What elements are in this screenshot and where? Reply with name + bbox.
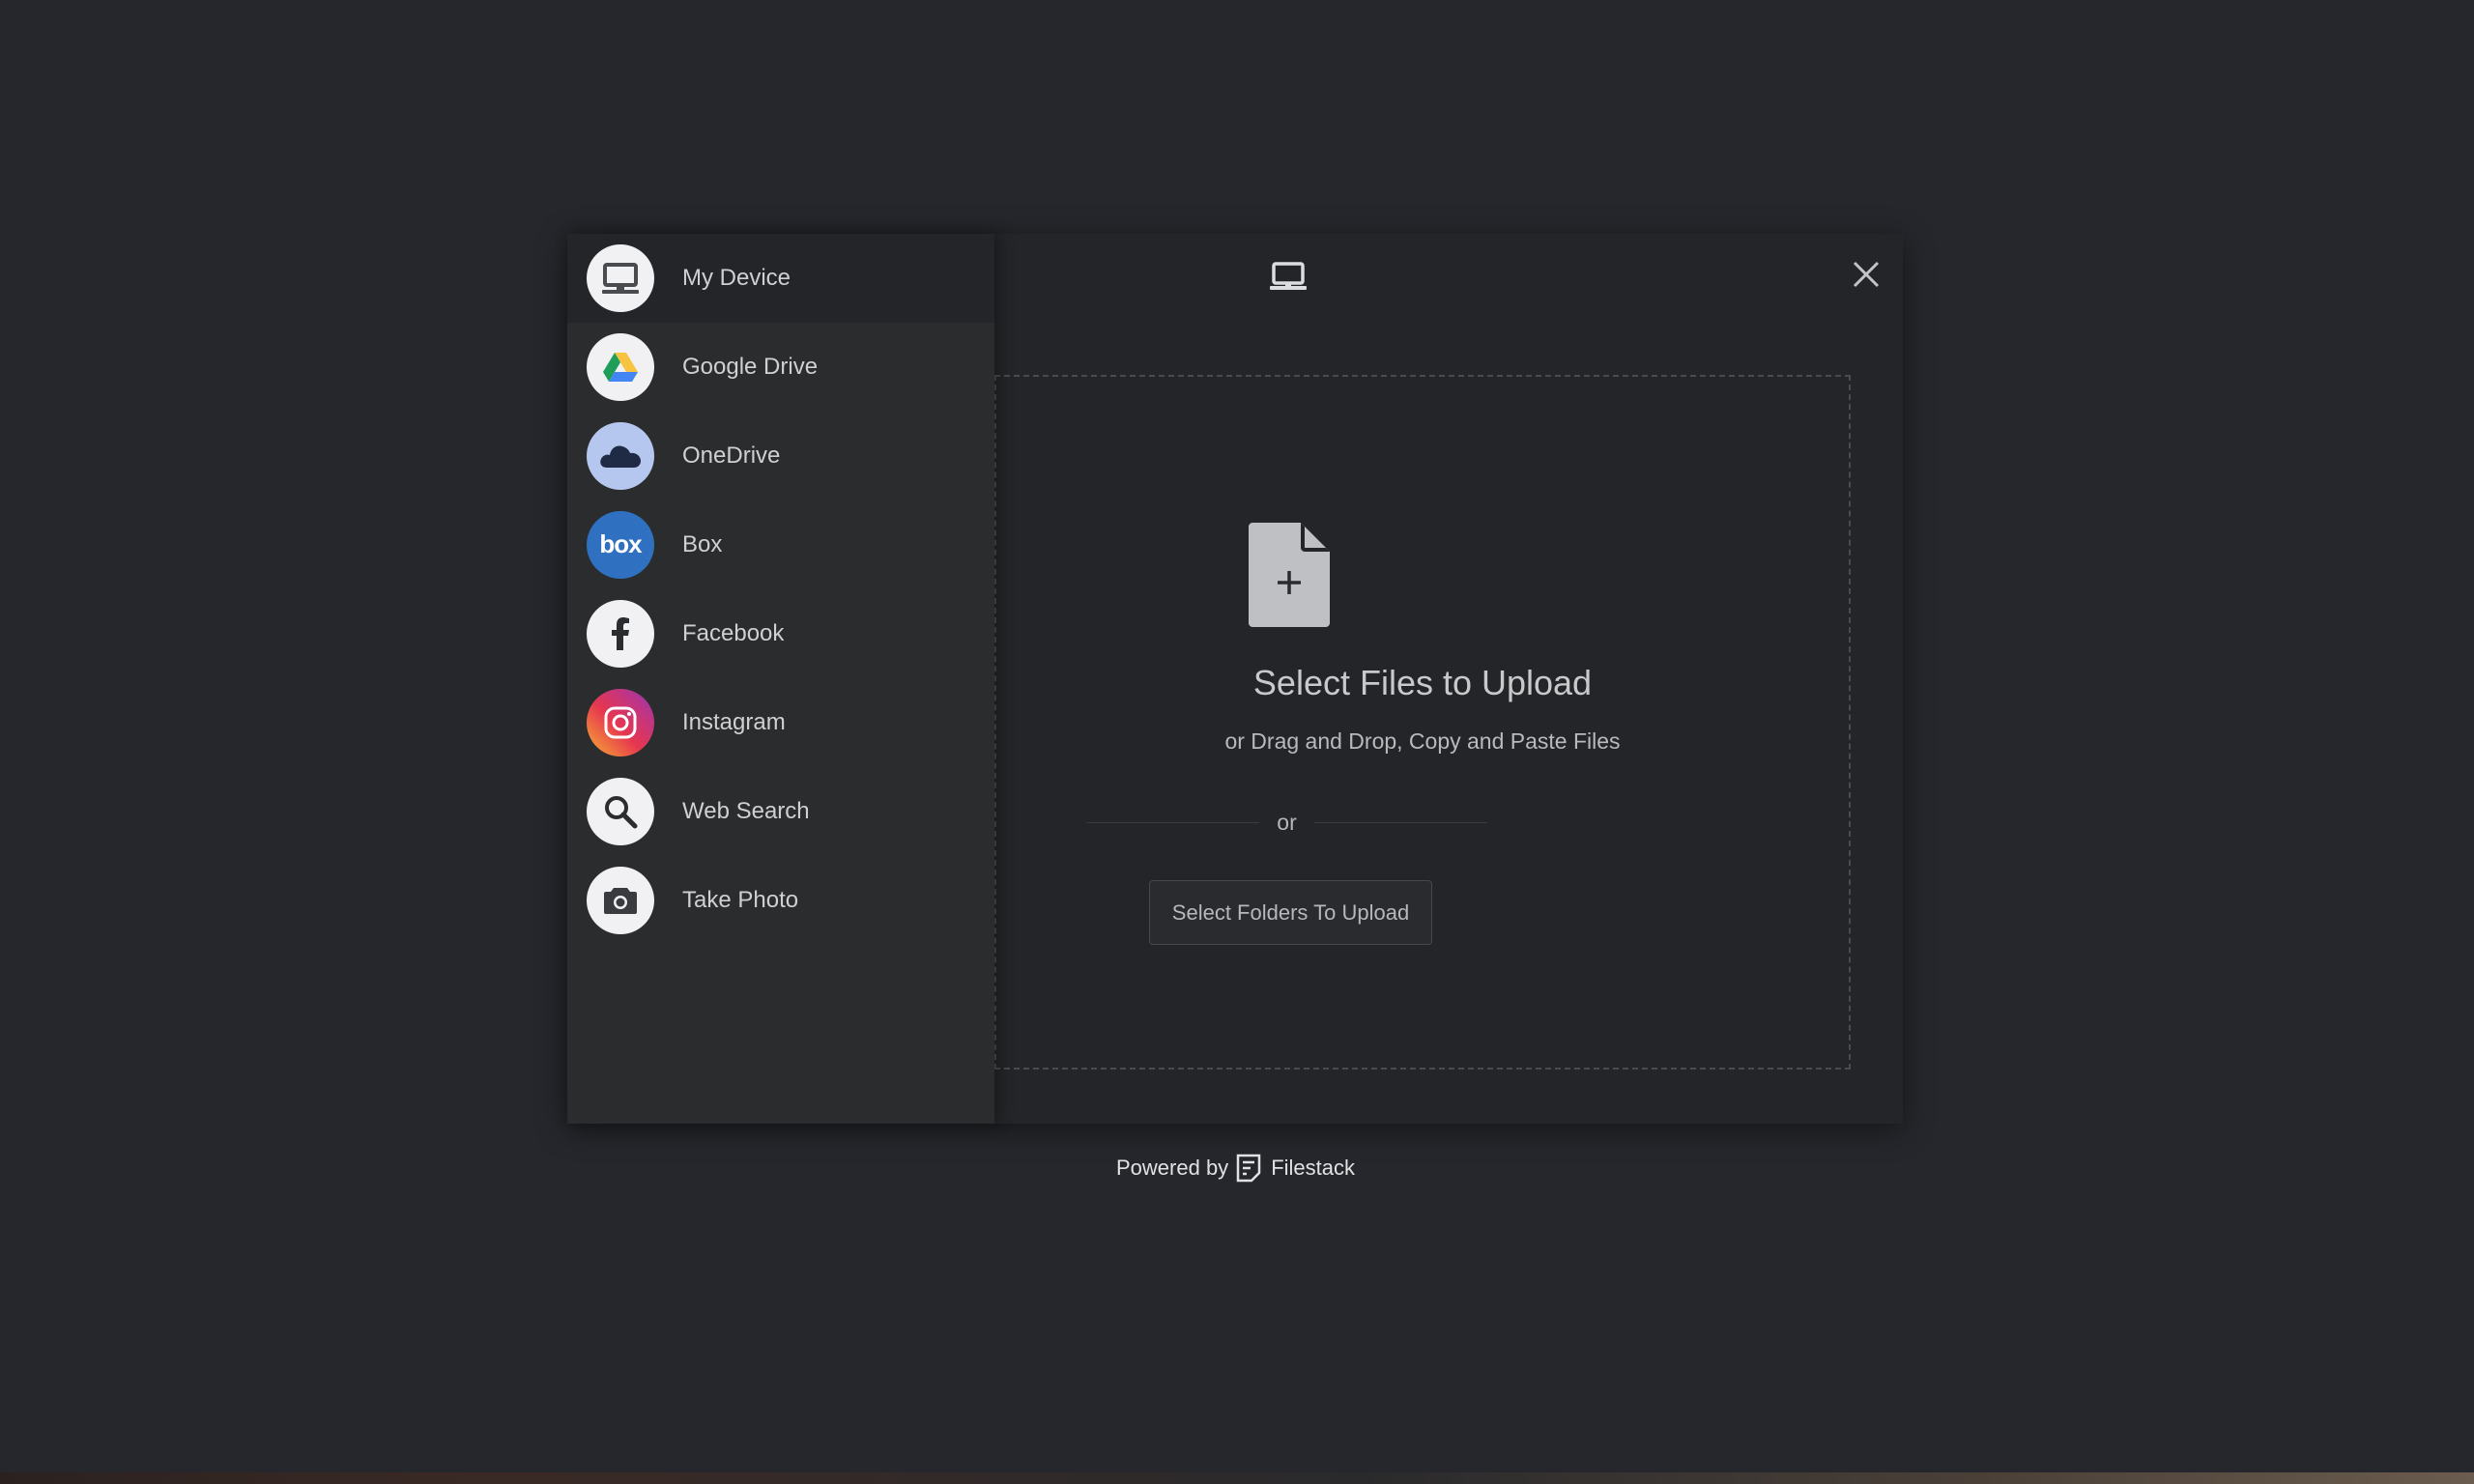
or-text: or — [1277, 809, 1297, 835]
source-label: Web Search — [682, 798, 810, 824]
box-icon: box — [587, 511, 654, 579]
source-item-google-drive[interactable]: Google Drive — [567, 323, 994, 412]
facebook-icon — [587, 600, 654, 668]
search-icon — [587, 778, 654, 845]
file-plus-icon — [1249, 523, 1330, 627]
monitor-icon — [587, 244, 654, 312]
brand-name[interactable]: Filestack — [1271, 1156, 1355, 1181]
onedrive-icon — [587, 422, 654, 490]
drop-title: Select Files to Upload — [1252, 663, 1593, 702]
dropzone[interactable]: Select Files to Upload or Drag and Drop,… — [994, 375, 1851, 1070]
file-picker-modal: My Device Google Drive OneDrive box Box … — [567, 234, 1903, 1124]
svg-text:box: box — [599, 530, 643, 558]
source-label: Box — [682, 531, 723, 557]
source-item-onedrive[interactable]: OneDrive — [567, 412, 994, 500]
drop-subtitle: or Drag and Drop, Copy and Paste Files — [1224, 728, 1621, 754]
instagram-icon — [587, 689, 654, 756]
source-item-instagram[interactable]: Instagram — [567, 678, 994, 767]
source-sidebar: My Device Google Drive OneDrive box Box … — [567, 234, 994, 1124]
filestack-logo-icon — [1236, 1154, 1263, 1183]
camera-icon — [587, 867, 654, 934]
source-label: Google Drive — [682, 354, 819, 380]
powered-by-text: Powered by — [1116, 1156, 1229, 1180]
close-icon — [1852, 260, 1881, 294]
select-folders-button[interactable]: Select Folders To Upload — [1149, 880, 1432, 945]
divider-line — [1086, 821, 1260, 823]
monitor-icon — [1269, 257, 1308, 296]
source-item-my-device[interactable]: My Device — [567, 234, 994, 323]
source-label: Facebook — [682, 620, 785, 646]
source-item-facebook[interactable]: Facebook — [567, 589, 994, 678]
source-item-box[interactable]: box Box — [567, 500, 994, 589]
bottom-strip — [0, 1472, 2474, 1484]
source-label: Take Photo — [682, 887, 799, 913]
source-item-take-photo[interactable]: Take Photo — [567, 856, 994, 945]
source-label: OneDrive — [682, 442, 781, 469]
close-button[interactable] — [1849, 259, 1884, 294]
powered-by-footer: Powered by Filestack — [1116, 1154, 1355, 1183]
google-drive-icon — [587, 333, 654, 401]
source-label: My Device — [682, 265, 791, 291]
source-item-web-search[interactable]: Web Search — [567, 767, 994, 856]
source-label: Instagram — [682, 709, 786, 735]
divider-line — [1313, 821, 1488, 823]
or-divider: or — [1086, 808, 1488, 837]
